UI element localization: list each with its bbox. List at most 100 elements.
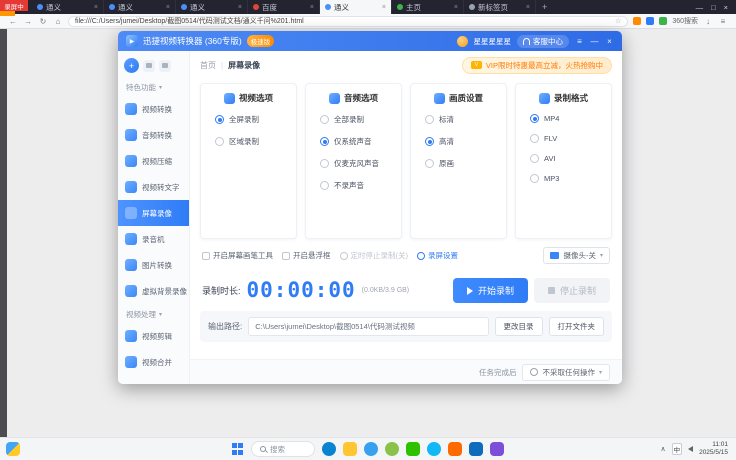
back-icon[interactable]: ← [8, 17, 18, 26]
browser-tab[interactable]: 百度 × [248, 0, 320, 14]
taskbar-browser-icon[interactable] [364, 442, 378, 456]
browser-tab[interactable]: 通义 × [32, 0, 104, 14]
output-path-input[interactable]: C:\Users\jumei\Desktop\截图0514\代码测试视频 [248, 317, 489, 336]
taskbar-edge-icon[interactable] [322, 442, 336, 456]
tab-close-icon[interactable]: × [166, 4, 170, 11]
start-record-button[interactable]: 开始录制 [452, 278, 528, 303]
widgets-icon[interactable] [6, 442, 20, 456]
audio-convert-icon [125, 129, 137, 141]
user-name[interactable]: 星星星星星 [474, 36, 512, 47]
browser-tab[interactable]: 新标签页 × [464, 0, 536, 14]
browser-tab[interactable]: 通义 × [104, 0, 176, 14]
bookmark-star-icon[interactable]: ☆ [615, 17, 621, 25]
user-avatar[interactable] [456, 35, 468, 47]
tab-close-icon[interactable]: × [454, 4, 458, 11]
app-menu-icon[interactable]: ≡ [575, 37, 584, 46]
radio-standard-quality[interactable]: 标清 [425, 114, 497, 125]
radio-high-quality[interactable]: 高清 [425, 136, 497, 147]
change-directory-button[interactable]: 更改目录 [494, 317, 543, 336]
tray-chevron-icon[interactable]: ∧ [660, 445, 665, 453]
browser-tab-active[interactable]: 通义 × [320, 0, 392, 14]
sidebar-item-image-convert[interactable]: 图片转换 [118, 252, 189, 278]
section-label: 特色功能 [126, 83, 156, 92]
app-minimize-icon[interactable]: — [590, 37, 599, 46]
sidebar-item-audio-convert[interactable]: 音频转换 [118, 122, 189, 148]
taskbar-explorer-icon[interactable] [343, 442, 357, 456]
taskbar-clock[interactable]: 11:01 2025/5/15 [699, 441, 728, 457]
sidebar-section-features[interactable]: 特色功能 ▾ [118, 77, 189, 96]
radio-mic-audio-only[interactable]: 仅麦克风声音 [320, 158, 392, 169]
checkbox-paint-tool[interactable]: 开启屏幕画笔工具 [202, 250, 273, 261]
extension-icon[interactable] [633, 17, 642, 25]
recording-badge[interactable]: 录屏中 [0, 0, 28, 11]
after-task-dropdown[interactable]: 不采取任何操作 ▾ [522, 363, 610, 381]
add-file-button[interactable]: + [124, 58, 139, 73]
radio-record-all-audio[interactable]: 全部录制 [320, 114, 392, 125]
breadcrumb-home[interactable]: 首页 [200, 60, 216, 71]
vip-banner[interactable]: V VIP限时特惠最高立减，火热抢购中 [461, 56, 612, 74]
sidebar-item-video-merge[interactable]: 视频合并 [118, 349, 189, 375]
tab-close-icon[interactable]: × [238, 4, 242, 11]
radio-region-record[interactable]: 区域录制 [215, 136, 287, 147]
radio-fullscreen-record[interactable]: 全屏录制 [215, 114, 287, 125]
browser-tab[interactable]: 主页 × [392, 0, 464, 14]
start-button[interactable] [232, 443, 244, 455]
taskbar-360-icon[interactable] [385, 442, 399, 456]
browser-menu-icon[interactable]: ≡ [718, 17, 728, 26]
tab-close-icon[interactable]: × [310, 4, 314, 11]
stop-record-button[interactable]: 停止录制 [533, 278, 610, 303]
add-link-button[interactable] [159, 59, 171, 72]
volume-icon[interactable] [688, 446, 694, 452]
browser-tab[interactable]: 通义 × [176, 0, 248, 14]
power-icon [530, 368, 539, 376]
app-titlebar[interactable]: ▶ 迅捷视频转换器 (360专版) 极速版 星星星星星 客服中心 ≡ — × [118, 31, 622, 51]
extension-icon[interactable] [646, 17, 655, 25]
add-folder-button[interactable] [143, 59, 155, 72]
radio-no-audio[interactable]: 不录声音 [320, 180, 392, 191]
extension-icon[interactable] [659, 17, 668, 25]
radio-system-audio-only[interactable]: 仅系统声音 [320, 136, 392, 147]
home-icon[interactable]: ⌂ [53, 17, 63, 26]
refresh-icon[interactable]: ↻ [38, 17, 48, 26]
radio-format-avi[interactable]: AVI [530, 154, 602, 163]
radio-format-mp4[interactable]: MP4 [530, 114, 602, 123]
sidebar-item-audio-recorder[interactable]: 录音机 [118, 226, 189, 252]
taskbar-store-icon[interactable] [469, 442, 483, 456]
tab-close-icon[interactable]: × [94, 4, 98, 11]
search-engine-label[interactable]: 360搜索 [672, 16, 698, 26]
radio-label: MP3 [544, 174, 560, 183]
timer-stop-option[interactable]: 定时停止录制(关) [339, 250, 408, 261]
browser-close-icon[interactable]: × [724, 3, 728, 12]
taskbar-video-app-icon[interactable] [448, 442, 462, 456]
ime-indicator[interactable]: 中 [671, 443, 683, 455]
sidebar-item-screen-record[interactable]: 屏幕录像 [118, 200, 189, 226]
tab-close-icon[interactable]: × [526, 4, 530, 11]
new-tab-button[interactable]: + [536, 0, 553, 14]
browser-minimize-icon[interactable]: — [696, 3, 704, 12]
sidebar-item-video-to-text[interactable]: 视频转文字 [118, 174, 189, 200]
sidebar-item-label: 录音机 [142, 234, 165, 244]
taskbar-dev-app-icon[interactable] [490, 442, 504, 456]
download-icon[interactable]: ↓ [703, 17, 713, 26]
record-settings-link[interactable]: 录屏设置 [417, 250, 458, 261]
taskbar-wechat-icon[interactable] [406, 442, 420, 456]
checkbox-float-box[interactable]: 开启悬浮框 [282, 250, 331, 261]
sidebar-item-virtual-bg-record[interactable]: 虚拟背景录像 [118, 278, 189, 304]
browser-maximize-icon[interactable]: □ [711, 3, 716, 12]
open-folder-button[interactable]: 打开文件夹 [548, 317, 604, 336]
app-close-icon[interactable]: × [605, 37, 614, 46]
url-input[interactable]: file:///C:/Users/jumei/Desktop/截图0514/代码… [68, 15, 629, 27]
radio-format-flv[interactable]: FLV [530, 134, 602, 143]
sidebar-item-video-convert[interactable]: 视频转换 [118, 96, 189, 122]
taskbar-search[interactable]: 搜索 [251, 441, 315, 457]
sidebar-section-video-process[interactable]: 视频处理 ▾ [118, 304, 189, 323]
sidebar-item-video-edit[interactable]: 视频剪辑 [118, 323, 189, 349]
radio-format-mp3[interactable]: MP3 [530, 174, 602, 183]
camera-dropdown[interactable]: 摄像头-关 ▾ [543, 247, 610, 264]
support-center-button[interactable]: 客服中心 [517, 34, 569, 48]
sidebar-item-video-compress[interactable]: 视频压缩 [118, 148, 189, 174]
radio-original-quality[interactable]: 原画 [425, 158, 497, 169]
taskbar-qq-icon[interactable] [427, 442, 441, 456]
tab-close-icon[interactable]: × [382, 4, 386, 11]
forward-icon[interactable]: → [23, 17, 33, 26]
